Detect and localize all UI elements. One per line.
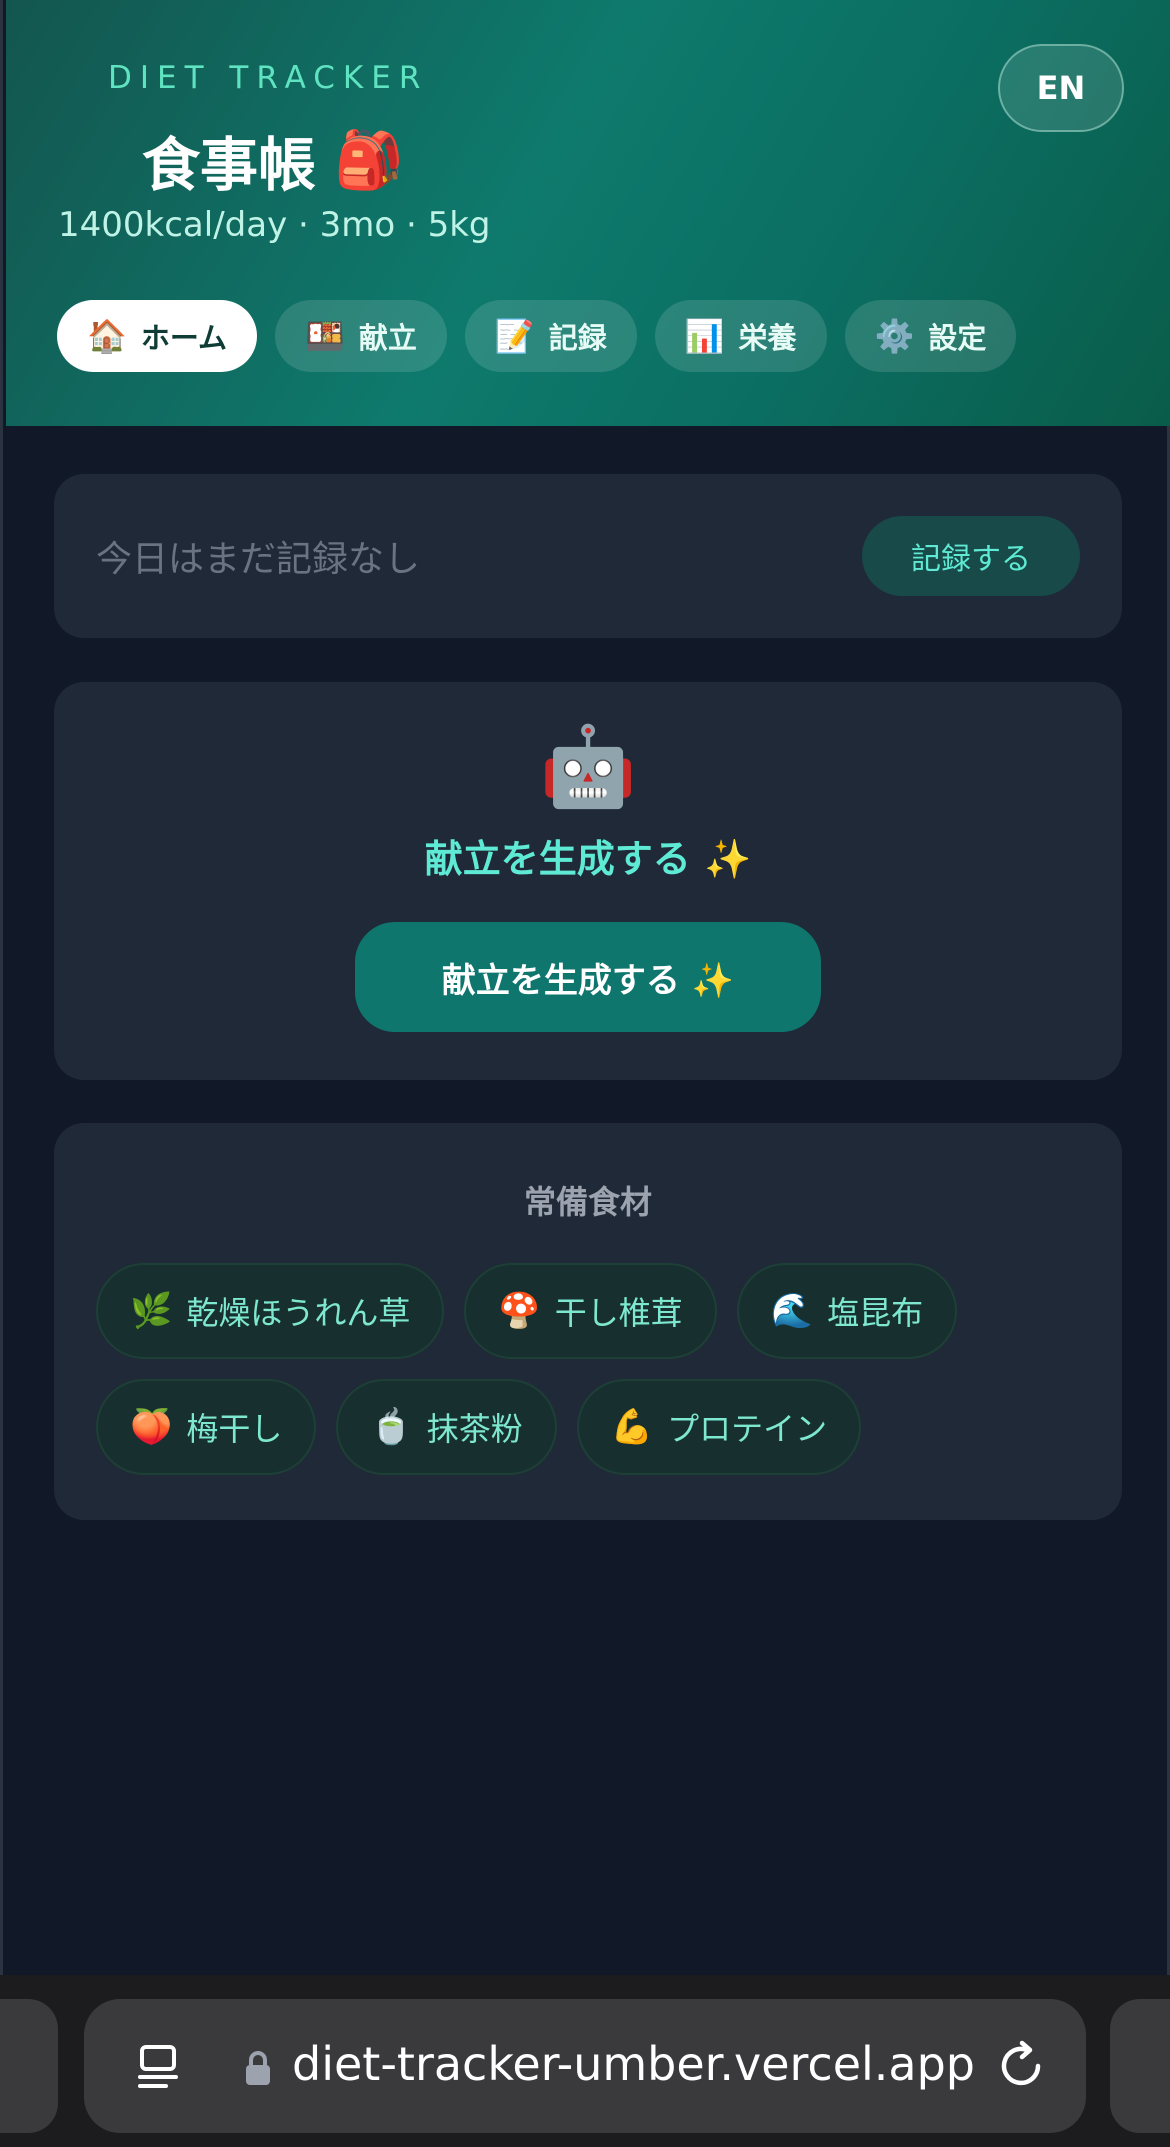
bar-chart-icon: 📊 bbox=[684, 317, 725, 355]
pantry-card: 常備食材 🌿 乾燥ほうれん草 🍄 干し椎茸 🌊 塩昆布 🍑 梅干し 🍵 抹茶粉 bbox=[54, 1123, 1122, 1520]
house-icon: 🏠 bbox=[87, 317, 127, 355]
reload-icon[interactable] bbox=[994, 2039, 1048, 2093]
tea-icon: 🍵 bbox=[370, 1407, 413, 1447]
goal-summary: 1400kcal/day · 3mo · 5kg bbox=[58, 205, 491, 245]
chip-label: 塩昆布 bbox=[827, 1294, 924, 1332]
tab-menu[interactable]: 🍱 献立 bbox=[274, 300, 447, 372]
main-nav: 🏠 ホーム 🍱 献立 📝 記録 📊 栄養 ⚙️ 設定 bbox=[57, 300, 1017, 372]
tab-label: 設定 bbox=[928, 321, 987, 355]
app-frame: DIET TRACKER 食事帳 🎒 1400kcal/day · 3mo · … bbox=[0, 0, 1170, 1975]
robot-icon: 🤖 bbox=[539, 722, 637, 812]
pantry-chip[interactable]: 🍵 抹茶粉 bbox=[336, 1379, 557, 1475]
tab-label: 栄養 bbox=[738, 321, 797, 355]
herb-icon: 🌿 bbox=[130, 1291, 173, 1331]
browser-toolbar: diet-tracker-umber.vercel.app bbox=[0, 1975, 1170, 2147]
generate-menu-button[interactable]: 献立を生成する ✨ bbox=[355, 922, 821, 1032]
pantry-chip[interactable]: 💪 プロテイン bbox=[576, 1379, 862, 1475]
tab-label: 記録 bbox=[548, 321, 607, 355]
wave-icon: 🌊 bbox=[770, 1291, 814, 1331]
menu-generator-card: 🤖 献立を生成する ✨ 献立を生成する ✨ bbox=[54, 682, 1122, 1080]
gear-icon: ⚙️ bbox=[874, 317, 915, 355]
title-text: 食事帳 bbox=[142, 131, 317, 199]
language-toggle-button[interactable]: EN bbox=[998, 44, 1124, 132]
backpack-icon: 🎒 bbox=[334, 128, 404, 193]
chip-label: プロテイン bbox=[667, 1410, 828, 1448]
memo-icon: 📝 bbox=[494, 317, 535, 355]
tab-home[interactable]: 🏠 ホーム bbox=[57, 300, 257, 372]
generator-heading: 献立を生成する ✨ bbox=[424, 837, 752, 881]
url-text: diet-tracker-umber.vercel.app bbox=[292, 2037, 975, 2091]
page-title: 食事帳 🎒 bbox=[142, 118, 404, 202]
brand-subtitle: DIET TRACKER bbox=[108, 60, 429, 96]
address-bar[interactable]: diet-tracker-umber.vercel.app bbox=[84, 1999, 1086, 2133]
chip-label: 干し椎茸 bbox=[554, 1294, 683, 1332]
pantry-chip[interactable]: 🌿 乾燥ほうれん草 bbox=[96, 1263, 445, 1359]
pantry-chip[interactable]: 🌊 塩昆布 bbox=[736, 1263, 958, 1359]
tab-settings[interactable]: ⚙️ 設定 bbox=[844, 300, 1017, 372]
pantry-chip[interactable]: 🍑 梅干し bbox=[96, 1379, 317, 1475]
app-header: DIET TRACKER 食事帳 🎒 1400kcal/day · 3mo · … bbox=[6, 0, 1170, 426]
pantry-chip[interactable]: 🍄 干し椎茸 bbox=[464, 1263, 717, 1359]
bento-icon: 🍱 bbox=[304, 317, 345, 355]
next-tab[interactable] bbox=[1110, 1999, 1170, 2133]
today-status-card: 今日はまだ記録なし 記録する bbox=[54, 474, 1122, 638]
record-button[interactable]: 記録する bbox=[862, 516, 1080, 596]
pantry-chip-list: 🌿 乾燥ほうれん草 🍄 干し椎茸 🌊 塩昆布 🍑 梅干し 🍵 抹茶粉 💪 プロテ… bbox=[96, 1263, 1096, 1475]
tab-nutrition[interactable]: 📊 栄養 bbox=[654, 300, 827, 372]
chip-label: 梅干し bbox=[186, 1410, 283, 1448]
previous-tab[interactable] bbox=[0, 1999, 58, 2133]
chip-label: 乾燥ほうれん草 bbox=[186, 1294, 411, 1332]
empty-log-message: 今日はまだ記録なし bbox=[96, 539, 421, 580]
flexed-arm-icon: 💪 bbox=[610, 1407, 654, 1447]
mushroom-icon: 🍄 bbox=[498, 1291, 541, 1331]
peach-icon: 🍑 bbox=[130, 1407, 173, 1447]
chip-label: 抹茶粉 bbox=[426, 1410, 523, 1448]
tab-label: 献立 bbox=[358, 321, 417, 355]
reader-icon[interactable] bbox=[134, 2041, 184, 2091]
lock-icon bbox=[246, 2051, 270, 2085]
tab-label: ホーム bbox=[140, 321, 227, 355]
tab-log[interactable]: 📝 記録 bbox=[464, 300, 637, 372]
pantry-heading: 常備食材 bbox=[523, 1183, 652, 1221]
